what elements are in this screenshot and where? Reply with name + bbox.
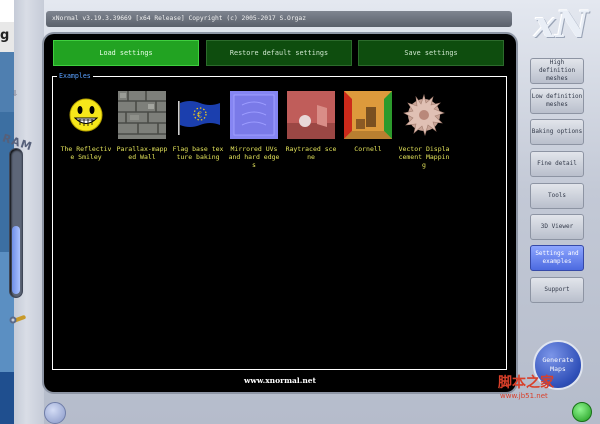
watermark-url: www.jb51.net xyxy=(500,392,548,400)
sidebar-item-3d-viewer[interactable]: 3D Viewer xyxy=(530,214,584,240)
example-label: Raytraced scene xyxy=(285,145,337,161)
sidebar-item-high-definition-meshes[interactable]: High definition meshes xyxy=(530,58,584,84)
ram-meter-fill xyxy=(12,225,20,294)
examples-group: Examples The Reflective Smiley Parallax-… xyxy=(52,71,507,370)
displacement-sphere-icon xyxy=(403,93,445,136)
stone-wall-icon xyxy=(118,91,166,139)
example-parallax-wall[interactable]: Parallax-mapped Wall xyxy=(115,91,169,161)
load-settings-button[interactable]: Load settings xyxy=(53,40,199,66)
example-reflective-smiley[interactable]: The Reflective Smiley xyxy=(59,91,113,161)
example-raytraced-scene[interactable]: Raytraced scene xyxy=(284,91,338,161)
example-label: Mirrored UVs and hard edges xyxy=(228,145,280,169)
normal-map-icon xyxy=(230,91,278,139)
ram-meter xyxy=(9,148,23,298)
example-label: Flag base texture baking xyxy=(172,145,224,161)
desktop-letter: g xyxy=(0,28,10,43)
sidebar-item-support[interactable]: Support xyxy=(530,277,584,303)
status-orb[interactable] xyxy=(572,402,592,422)
watermark-title: 脚本之家 xyxy=(498,375,554,391)
save-settings-button[interactable]: Save settings xyxy=(358,40,504,66)
example-mirrored-uvs[interactable]: Mirrored UVs and hard edges xyxy=(227,91,281,169)
cornell-box-icon xyxy=(344,91,392,139)
sidebar-item-baking-options[interactable]: Baking options xyxy=(530,119,584,145)
sidebar-item-low-definition-meshes[interactable]: Low definition meshes xyxy=(530,88,584,114)
smiley-icon xyxy=(69,98,103,132)
example-vector-displacement[interactable]: Vector Displacement Mapping xyxy=(397,91,451,169)
wrench-icon[interactable] xyxy=(8,312,30,326)
sidebar-item-tools[interactable]: Tools xyxy=(530,183,584,209)
example-label: Parallax-mapped Wall xyxy=(116,145,168,161)
sidebar-item-settings-and-examples[interactable]: Settings and examples xyxy=(530,245,584,271)
arrow-down-icon: ⇩ xyxy=(12,88,19,99)
example-label: Vector Displacement Mapping xyxy=(398,145,450,169)
website-link[interactable]: www.xnormal.net xyxy=(0,376,560,385)
example-flag-baking[interactable]: € Flag base texture baking xyxy=(171,91,225,161)
restore-defaults-button[interactable]: Restore default settings xyxy=(206,40,352,66)
sidebar-item-fine-detail[interactable]: Fine detail xyxy=(530,151,584,177)
minimize-orb[interactable] xyxy=(44,402,66,424)
example-label: Cornell xyxy=(354,145,382,153)
example-cornell[interactable]: Cornell xyxy=(341,91,395,153)
examples-group-label: Examples xyxy=(57,71,93,81)
window-title: xNormal v3.19.3.39669 [x64 Release] Copy… xyxy=(46,11,512,27)
example-label: The Reflective Smiley xyxy=(60,145,112,161)
xnormal-logo: xN xyxy=(534,4,589,46)
eu-flag-icon: € xyxy=(178,101,220,135)
svg-text:€: € xyxy=(197,111,202,120)
raytraced-scene-icon xyxy=(287,91,335,139)
